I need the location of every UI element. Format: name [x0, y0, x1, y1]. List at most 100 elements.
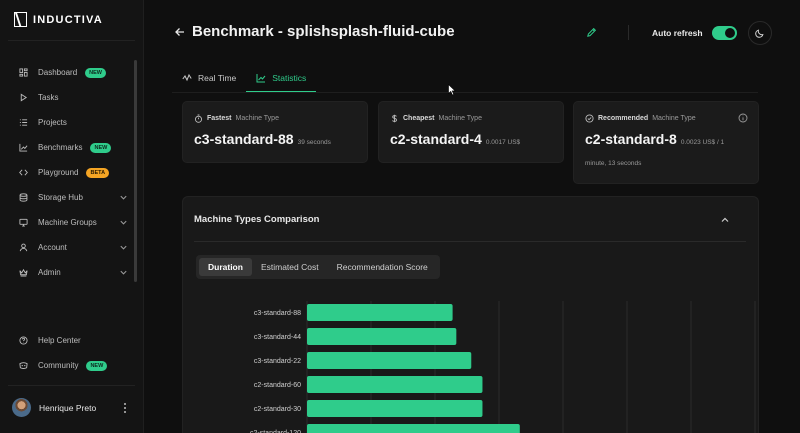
sidebar-item-label: Community	[38, 361, 79, 370]
segment-estimated-cost[interactable]: Estimated Cost	[252, 258, 328, 276]
sidebar-item-dashboard[interactable]: Dashboard NEW	[8, 60, 132, 85]
sidebar-item-storage-hub[interactable]: Storage Hub	[8, 185, 132, 210]
sidebar-item-account[interactable]: Account	[8, 235, 132, 260]
card-label-strong: Cheapest	[403, 115, 435, 122]
bar[interactable]	[307, 328, 457, 345]
sidebar-scrollbar[interactable]	[134, 60, 137, 282]
tab-label: Real Time	[198, 73, 237, 83]
sidebar-item-machine-groups[interactable]: Machine Groups	[8, 210, 132, 235]
sidebar-item-admin[interactable]: Admin	[8, 260, 132, 285]
sidebar-item-benchmarks[interactable]: Benchmarks NEW	[8, 135, 132, 160]
bar[interactable]	[307, 424, 520, 433]
more-options-icon[interactable]	[122, 402, 128, 414]
new-badge: NEW	[90, 142, 112, 153]
sidebar-item-label: Storage Hub	[38, 193, 83, 202]
edit-pencil-icon[interactable]	[586, 27, 597, 38]
mouse-cursor-icon	[448, 84, 456, 96]
card-label-rest: Machine Type	[438, 115, 482, 122]
machine-types-comparison-panel: Machine Types Comparison Duration Estima…	[182, 196, 759, 433]
chart-icon	[256, 73, 266, 82]
panel-title: Machine Types Comparison	[194, 214, 320, 225]
discord-icon	[18, 361, 28, 371]
database-icon	[18, 193, 28, 203]
header-separator	[628, 25, 629, 40]
tab-real-time[interactable]: Real Time	[172, 64, 246, 92]
check-circle-icon	[585, 114, 594, 123]
sidebar-item-projects[interactable]: Projects	[8, 110, 132, 135]
sidebar-item-label: Help Center	[38, 336, 81, 345]
card-label: Cheapest Machine Type	[390, 114, 482, 123]
card-value: c2-standard-4 0.0017 US$	[390, 131, 520, 147]
recommended-machine-card: Recommended Machine Type c2-standard-8 0.…	[573, 101, 759, 184]
tabs-divider	[172, 92, 758, 93]
brand-logo[interactable]: INDUCTIVA	[14, 12, 103, 27]
duration-bar-chart: c3-standard-88 c3-standard-44 c3-standard-…	[183, 297, 760, 433]
card-label: Recommended Machine Type	[585, 114, 696, 123]
card-subvalue: 0.0017 US$	[485, 139, 521, 146]
dollar-icon	[392, 114, 397, 123]
panel-divider	[194, 241, 746, 242]
tick-label: c2-standard-30	[254, 406, 301, 413]
card-label: Fastest Machine Type	[194, 114, 279, 123]
tab-statistics[interactable]: Statistics	[246, 64, 317, 92]
card-value-text: c3-standard-88	[194, 131, 294, 147]
new-badge: NEW	[85, 67, 106, 78]
theme-toggle-button[interactable]	[748, 21, 772, 45]
monitor-icon	[18, 218, 28, 228]
fastest-machine-card: Fastest Machine Type c3-standard-88 39 se…	[182, 101, 368, 163]
app-root: INDUCTIVA Dashboard NEW Tasks Projects B…	[0, 0, 800, 433]
card-subvalue: 39 seconds	[297, 139, 331, 146]
sidebar-item-label: Admin	[38, 268, 61, 277]
moon-icon	[755, 29, 764, 38]
user-name: Henrique Preto	[39, 402, 97, 413]
sidebar-item-tasks[interactable]: Tasks	[8, 85, 132, 110]
tick-label: c3-standard-44	[254, 334, 301, 341]
user-icon	[18, 243, 28, 253]
segment-recommendation-score[interactable]: Recommendation Score	[328, 258, 437, 276]
crown-icon	[18, 268, 28, 278]
sidebar-item-help-center[interactable]: Help Center	[8, 328, 132, 353]
info-icon[interactable]	[738, 113, 748, 123]
chart-canvas: c3-standard-88 c3-standard-44 c3-standard-…	[250, 301, 756, 433]
play-icon	[18, 93, 28, 103]
auto-refresh-toggle[interactable]	[712, 26, 737, 40]
activity-icon	[182, 73, 192, 82]
sidebar-item-playground[interactable]: Playground BETA	[8, 160, 132, 185]
page-title: Benchmark - splishsplash-fluid-cube	[192, 23, 455, 40]
sidebar: INDUCTIVA Dashboard NEW Tasks Projects B…	[0, 0, 144, 433]
sidebar-bottom-nav: Help Center Community NEW	[8, 328, 132, 378]
card-label-strong: Fastest	[207, 115, 232, 122]
card-label-rest: Machine Type	[652, 115, 696, 122]
help-icon	[18, 336, 28, 346]
stopwatch-icon	[194, 114, 203, 123]
chevron-down-icon	[120, 245, 127, 250]
sidebar-item-community[interactable]: Community NEW	[8, 353, 132, 378]
metric-segmented-control: Duration Estimated Cost Recommendation S…	[196, 255, 440, 279]
back-arrow-icon[interactable]	[174, 26, 186, 38]
chart-icon	[18, 143, 28, 153]
inductiva-logo-icon	[14, 12, 27, 27]
sidebar-divider	[8, 40, 135, 41]
card-subvalue: 0.0023 US$ / 1	[680, 139, 725, 146]
chevron-down-icon	[120, 270, 127, 275]
chevron-up-icon[interactable]	[720, 215, 730, 225]
segment-duration[interactable]: Duration	[199, 258, 252, 276]
bar[interactable]	[307, 352, 472, 369]
avatar	[12, 398, 31, 417]
bar[interactable]	[307, 304, 453, 321]
tick-label: c3-standard-88	[254, 310, 301, 317]
card-label-rest: Machine Type	[235, 115, 279, 122]
sidebar-item-label: Tasks	[38, 93, 59, 102]
code-icon	[18, 168, 28, 178]
user-profile[interactable]: Henrique Preto	[12, 398, 96, 417]
card-value-text: c2-standard-8	[585, 131, 677, 147]
sidebar-item-label: Dashboard	[38, 68, 78, 77]
new-badge: NEW	[86, 360, 108, 371]
bar[interactable]	[307, 376, 483, 393]
sidebar-item-label: Projects	[38, 118, 67, 127]
tick-label: c2-standard-60	[254, 382, 301, 389]
brand-name: INDUCTIVA	[33, 13, 103, 26]
sidebar-item-label: Account	[38, 243, 67, 252]
bar[interactable]	[307, 400, 483, 417]
card-value: c3-standard-88 39 seconds	[194, 131, 331, 147]
